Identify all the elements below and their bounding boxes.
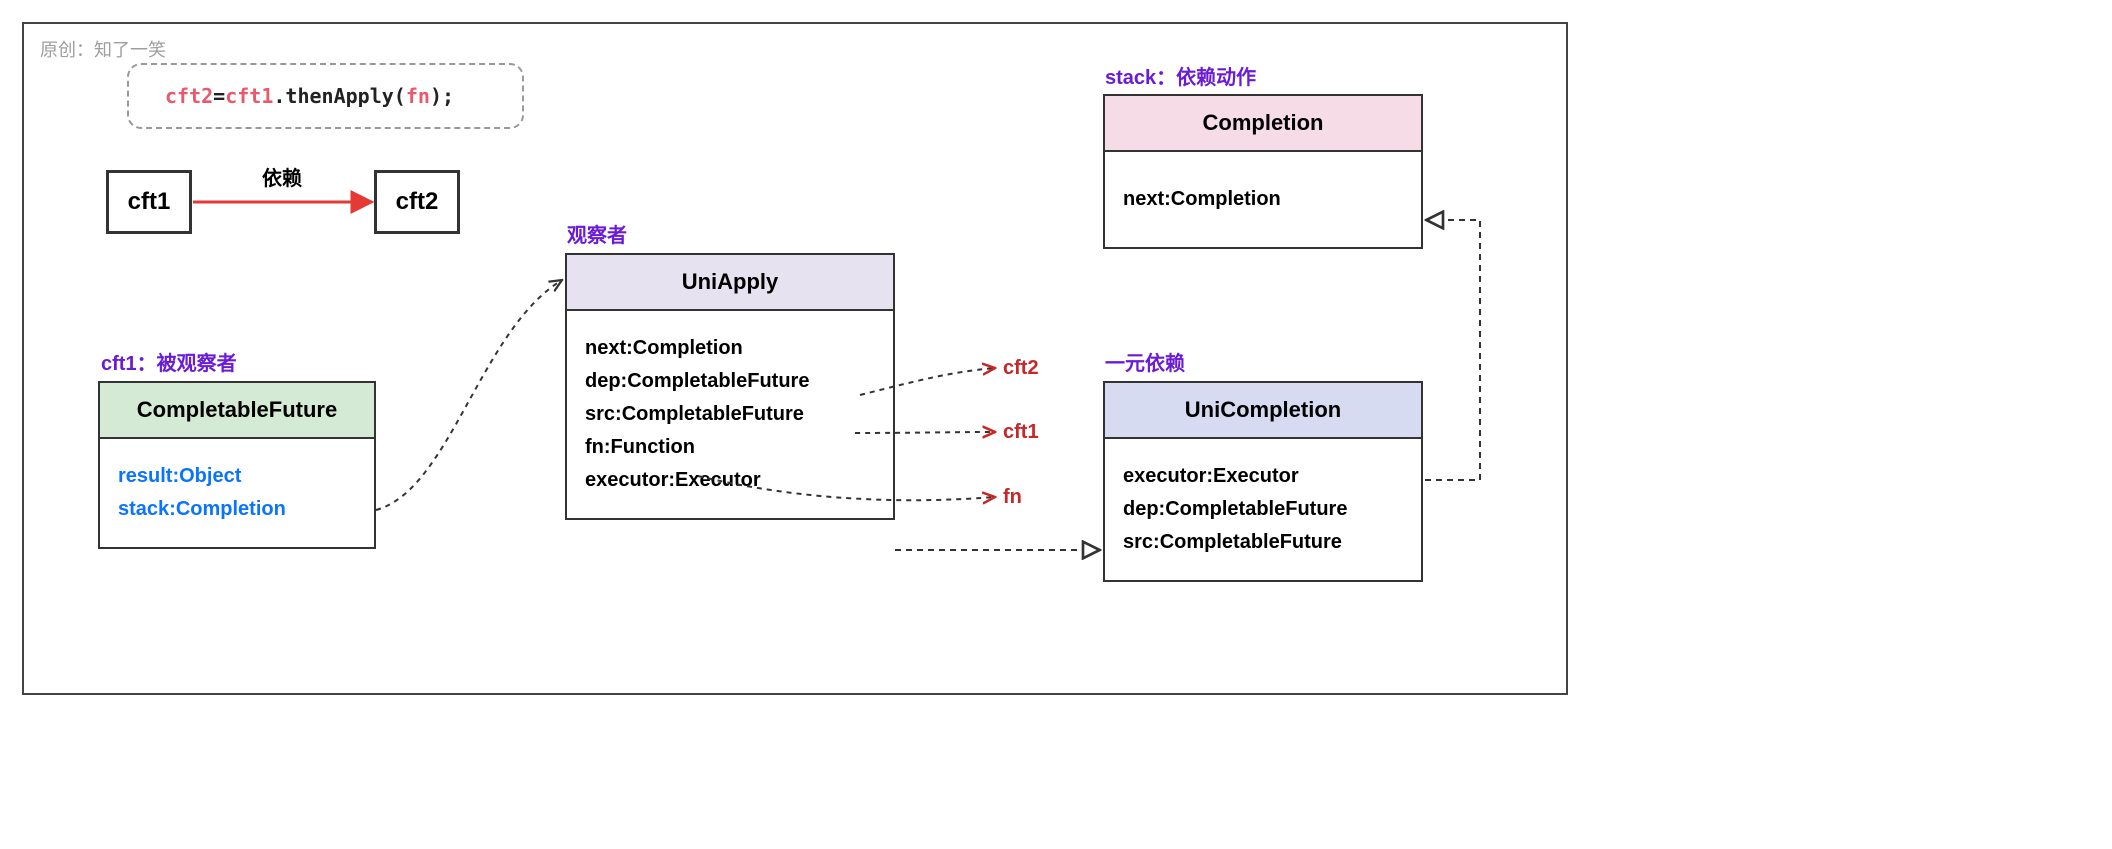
field-dep: dep:CompletableFuture bbox=[585, 370, 875, 393]
field-c-next: next:Completion bbox=[1123, 188, 1403, 211]
block-unicompletion-title: UniCompletion bbox=[1105, 383, 1421, 439]
ref-cft2: cft2 bbox=[1003, 357, 1039, 380]
caption-observer: 观察者 bbox=[567, 219, 627, 248]
code-expression: cft2 = cft1 .thenApply( fn ); bbox=[127, 63, 524, 129]
field-stack: stack:Completion bbox=[118, 498, 356, 521]
code-token-method: .thenApply( bbox=[273, 84, 405, 108]
caption-cft1: cft1：被观察者 bbox=[101, 347, 237, 376]
block-completion-title: Completion bbox=[1105, 96, 1421, 152]
block-uniapply-body: next:Completion dep:CompletableFuture sr… bbox=[567, 311, 893, 518]
ref-fn: fn bbox=[1003, 486, 1022, 509]
diagram-canvas: 原创：知了一笑 cft2 = cft1 .thenApply( fn ); cf… bbox=[0, 0, 2112, 849]
ref-cft1: cft1 bbox=[1003, 421, 1039, 444]
field-result: result:Object bbox=[118, 465, 356, 488]
block-completablefuture: CompletableFuture result:Object stack:Co… bbox=[98, 381, 376, 549]
code-token-cft2: cft2 bbox=[165, 84, 213, 108]
block-completion-body: next:Completion bbox=[1105, 152, 1421, 247]
block-completablefuture-body: result:Object stack:Completion bbox=[100, 439, 374, 547]
code-token-end: ); bbox=[430, 84, 454, 108]
field-uc-src: src:CompletableFuture bbox=[1123, 531, 1403, 554]
node-cft1: cft1 bbox=[106, 170, 192, 234]
block-completion: Completion next:Completion bbox=[1103, 94, 1423, 249]
code-token-cft1: cft1 bbox=[225, 84, 273, 108]
block-uniapply-title: UniApply bbox=[567, 255, 893, 311]
block-completablefuture-title: CompletableFuture bbox=[100, 383, 374, 439]
field-uc-executor: executor:Executor bbox=[1123, 465, 1403, 488]
caption-stack: stack：依赖动作 bbox=[1105, 61, 1256, 90]
field-src: src:CompletableFuture bbox=[585, 403, 875, 426]
block-unicompletion: UniCompletion executor:Executor dep:Comp… bbox=[1103, 381, 1423, 582]
field-executor: executor:Executor bbox=[585, 469, 875, 492]
caption-unary: 一元依赖 bbox=[1105, 347, 1185, 376]
field-uc-dep: dep:CompletableFuture bbox=[1123, 498, 1403, 521]
watermark-text: 原创：知了一笑 bbox=[40, 36, 166, 62]
field-next: next:Completion bbox=[585, 337, 875, 360]
code-token-fn: fn bbox=[406, 84, 430, 108]
field-fn: fn:Function bbox=[585, 436, 875, 459]
code-token-eq: = bbox=[213, 84, 225, 108]
block-unicompletion-body: executor:Executor dep:CompletableFuture … bbox=[1105, 439, 1421, 580]
arrow-label-dependency: 依赖 bbox=[262, 162, 302, 191]
block-uniapply: UniApply next:Completion dep:Completable… bbox=[565, 253, 895, 520]
node-cft2: cft2 bbox=[374, 170, 460, 234]
